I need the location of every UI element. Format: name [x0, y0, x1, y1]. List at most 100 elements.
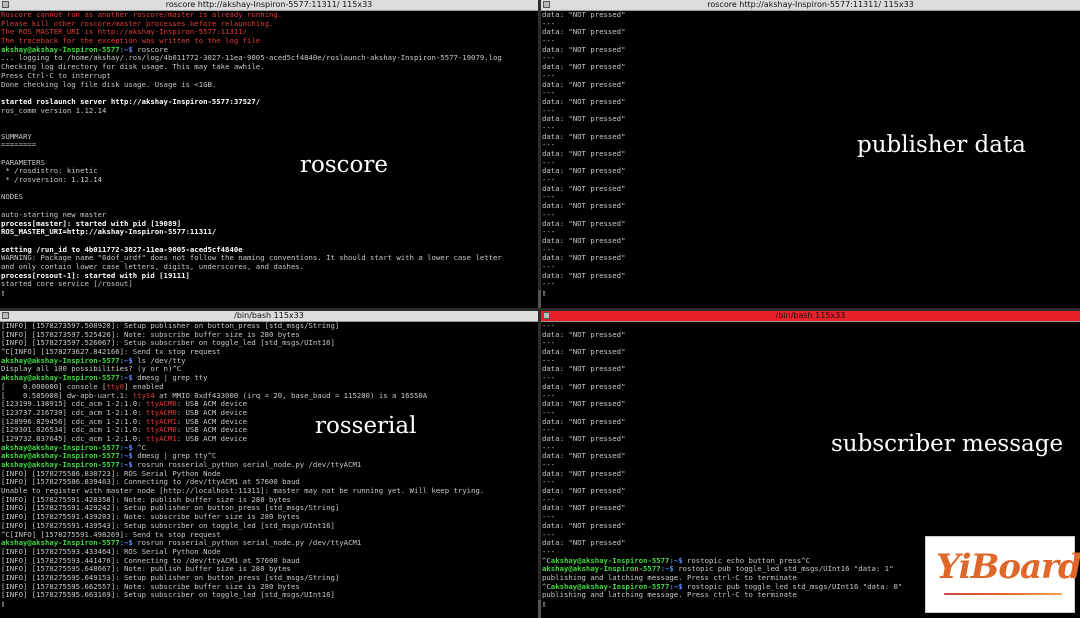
terminal-output[interactable]: Roscore cannot run as another roscore/ma…	[1, 11, 537, 308]
line-text: [INFO] [1578275595.663169]: Setup subscr…	[1, 591, 335, 600]
line-text: data: "NOT pressed"	[542, 115, 626, 124]
terminal-line: ---	[542, 461, 1079, 470]
terminal-line: process[master]: started with pid [19089…	[1, 220, 537, 229]
terminal-line: [INFO] [1578273597.508920]: Setup publis…	[1, 322, 537, 331]
terminal-title-bar[interactable]: roscore http://akshay-Inspiron-5577:1131…	[541, 0, 1080, 11]
terminal-line: data: "NOT pressed"	[542, 254, 1079, 263]
terminal-line: The ROS_MASTER_URI is http://akshay-Insp…	[1, 28, 537, 37]
line-text: Checking log directory for disk usage. T…	[1, 63, 265, 72]
line-text: [INFO] [1578273597.508920]: Setup publis…	[1, 322, 340, 330]
line-text: process[rosout-1]: started with pid [191…	[1, 271, 190, 280]
logo-text-a: Yi	[936, 547, 972, 587]
terminal-line: started core service [/rosout]	[1, 280, 537, 289]
line-text: PARAMETERS	[1, 158, 45, 167]
line-text: [INFO] [1578275595.649153]: Setup publis…	[1, 573, 340, 582]
terminal-line: [INFO] [1578275593.433464]: ROS Serial P…	[1, 548, 537, 557]
terminal-line: data: "NOT pressed"	[542, 28, 1079, 37]
line-text: ---	[542, 530, 556, 539]
line-text: ... logging to /home/akshay/.ros/log/4b0…	[1, 54, 502, 63]
terminal-output[interactable]: data: "NOT pressed" --- data: "NOT pressed…	[542, 11, 1079, 308]
line-text: data: "NOT pressed"	[542, 487, 626, 496]
line-text: : USB ACM device	[176, 400, 248, 409]
line-text: [INFO] [1578275593.441476]: Connecting t…	[1, 556, 300, 565]
line-text: [129301.026534] cdc_acm 1-2:1.0:	[1, 426, 146, 435]
terminal-line: ---	[542, 339, 1079, 348]
terminal-line: process[rosout-1]: started with pid [191…	[1, 272, 537, 281]
line-text: ---	[542, 141, 556, 150]
line-text: [INFO] [1578275591.429242]: Setup publis…	[1, 504, 340, 513]
prompt-command: rosrun rosserial_python serial_node.py /…	[132, 539, 362, 548]
terminal-line: data: "NOT pressed"	[542, 272, 1079, 281]
line-text: [INFO] [1578275591.439203]: Note: subscr…	[1, 513, 300, 522]
prompt-command: rostopic pub toggle_led std_msgs/UInt16 …	[682, 582, 903, 591]
line-text: ---	[542, 106, 556, 115]
terminal-roscore[interactable]: roscore http://akshay-Inspiron-5577:1131…	[0, 0, 538, 308]
terminal-menu-icon[interactable]	[2, 1, 9, 8]
terminal-line: ---	[542, 409, 1079, 418]
terminal-line: ---	[542, 54, 1079, 63]
line-text: * /rosversion: 1.12.14	[1, 176, 103, 185]
line-prefix: ^C	[542, 556, 551, 565]
terminal-title-bar[interactable]: roscore http://akshay-Inspiron-5577:1131…	[0, 0, 538, 11]
line-text: ---	[542, 391, 556, 400]
line-text: ---	[542, 461, 556, 469]
prompt-user: akshay@akshay-Inspiron-5577	[1, 45, 120, 54]
terminal-rosserial[interactable]: /bin/bash 115x33 [INFO] [1578273597.5089…	[0, 311, 538, 618]
line-text: data: "NOT pressed"	[542, 236, 626, 245]
line-text: [ 0.000000] console [	[1, 382, 107, 391]
prompt-path: :~$	[119, 443, 133, 452]
line-text: data: "NOT pressed"	[542, 97, 626, 106]
terminal-line: [INFO] [1578275595.663169]: Setup subscr…	[1, 591, 537, 600]
terminal-menu-icon[interactable]	[543, 1, 550, 8]
line-text: Unable to register with master node [htt…	[1, 487, 485, 496]
prompt-user: akshay@akshay-Inspiron-5577	[550, 582, 670, 591]
line-text: Done checking log file disk usage. Usage…	[1, 80, 217, 89]
terminal-line: akshay@akshay-Inspiron-5577:~$ ^C	[1, 444, 537, 453]
line-text: Please kill other roscore/master process…	[1, 19, 274, 28]
terminal-line: data: "NOT pressed"	[542, 522, 1079, 531]
terminal-line: Done checking log file disk usage. Usage…	[1, 81, 537, 90]
line-text: ROS_MASTER_URI=http://akshay-Inspiron-55…	[1, 228, 217, 237]
terminal-line: data: "NOT pressed"	[542, 418, 1079, 427]
prompt-user: akshay@akshay-Inspiron-5577	[1, 539, 120, 548]
line-text: data: "NOT pressed"	[542, 271, 626, 280]
logo-text: YiBoard	[936, 547, 1080, 587]
prompt-path: :~$	[119, 374, 133, 383]
line-text: [129732.837645] cdc_acm 1-2:1.0:	[1, 434, 146, 443]
scrollbar[interactable]	[538, 290, 541, 308]
terminal-line: ros_comm version 1.12.14	[1, 107, 537, 116]
prompt-command: ^C	[132, 443, 146, 452]
terminal-menu-icon[interactable]	[543, 312, 550, 319]
terminal-line: setting /run_id to 4b011772-3027-11ea-90…	[1, 246, 537, 255]
line-text: ---	[542, 280, 556, 289]
line-text: ^C[INFO] [1578275591.498269]: Send tx st…	[1, 530, 221, 539]
terminal-line: data: "NOT pressed"	[542, 63, 1079, 72]
scrollbar[interactable]	[538, 600, 541, 618]
terminal-line: ... logging to /home/akshay/.ros/log/4b0…	[1, 54, 537, 63]
line-text: [128996.829456] cdc_acm 1-2:1.0:	[1, 417, 146, 426]
line-text: data: "NOT pressed"	[542, 382, 626, 391]
terminal-output[interactable]: [INFO] [1578273597.508920]: Setup publis…	[1, 322, 537, 618]
line-text: ---	[542, 374, 556, 383]
line-text: ---	[542, 495, 556, 504]
line-highlight: ttyACM0	[145, 426, 177, 435]
terminal-line: ▯	[542, 289, 1079, 298]
line-text: data: "NOT pressed"	[542, 348, 626, 357]
terminal-title-bar[interactable]: /bin/bash 115x33	[0, 311, 538, 322]
terminal-title: roscore http://akshay-Inspiron-5577:1131…	[165, 0, 373, 9]
line-text: : USB ACM device	[176, 426, 248, 435]
terminal-menu-icon[interactable]	[2, 312, 9, 319]
terminal-line: auto-starting new master	[1, 211, 537, 220]
line-text: and only contain lower case letters, dig…	[1, 262, 305, 271]
pane-annotation-label: rosserial	[315, 413, 417, 439]
terminal-line: [INFO] [1578273597.526067]: Setup subscr…	[1, 339, 537, 348]
terminal-line: data: "NOT pressed"	[542, 46, 1079, 55]
line-text: Press Ctrl-C to interrupt	[1, 71, 111, 80]
terminal-line: ---	[542, 37, 1079, 46]
terminal-publisher[interactable]: roscore http://akshay-Inspiron-5577:1131…	[541, 0, 1080, 308]
prompt-user: akshay@akshay-Inspiron-5577	[1, 356, 120, 365]
line-text: data: "NOT pressed"	[542, 400, 626, 409]
terminal-title-bar-active[interactable]: /bin/bash 115x33	[541, 311, 1080, 322]
